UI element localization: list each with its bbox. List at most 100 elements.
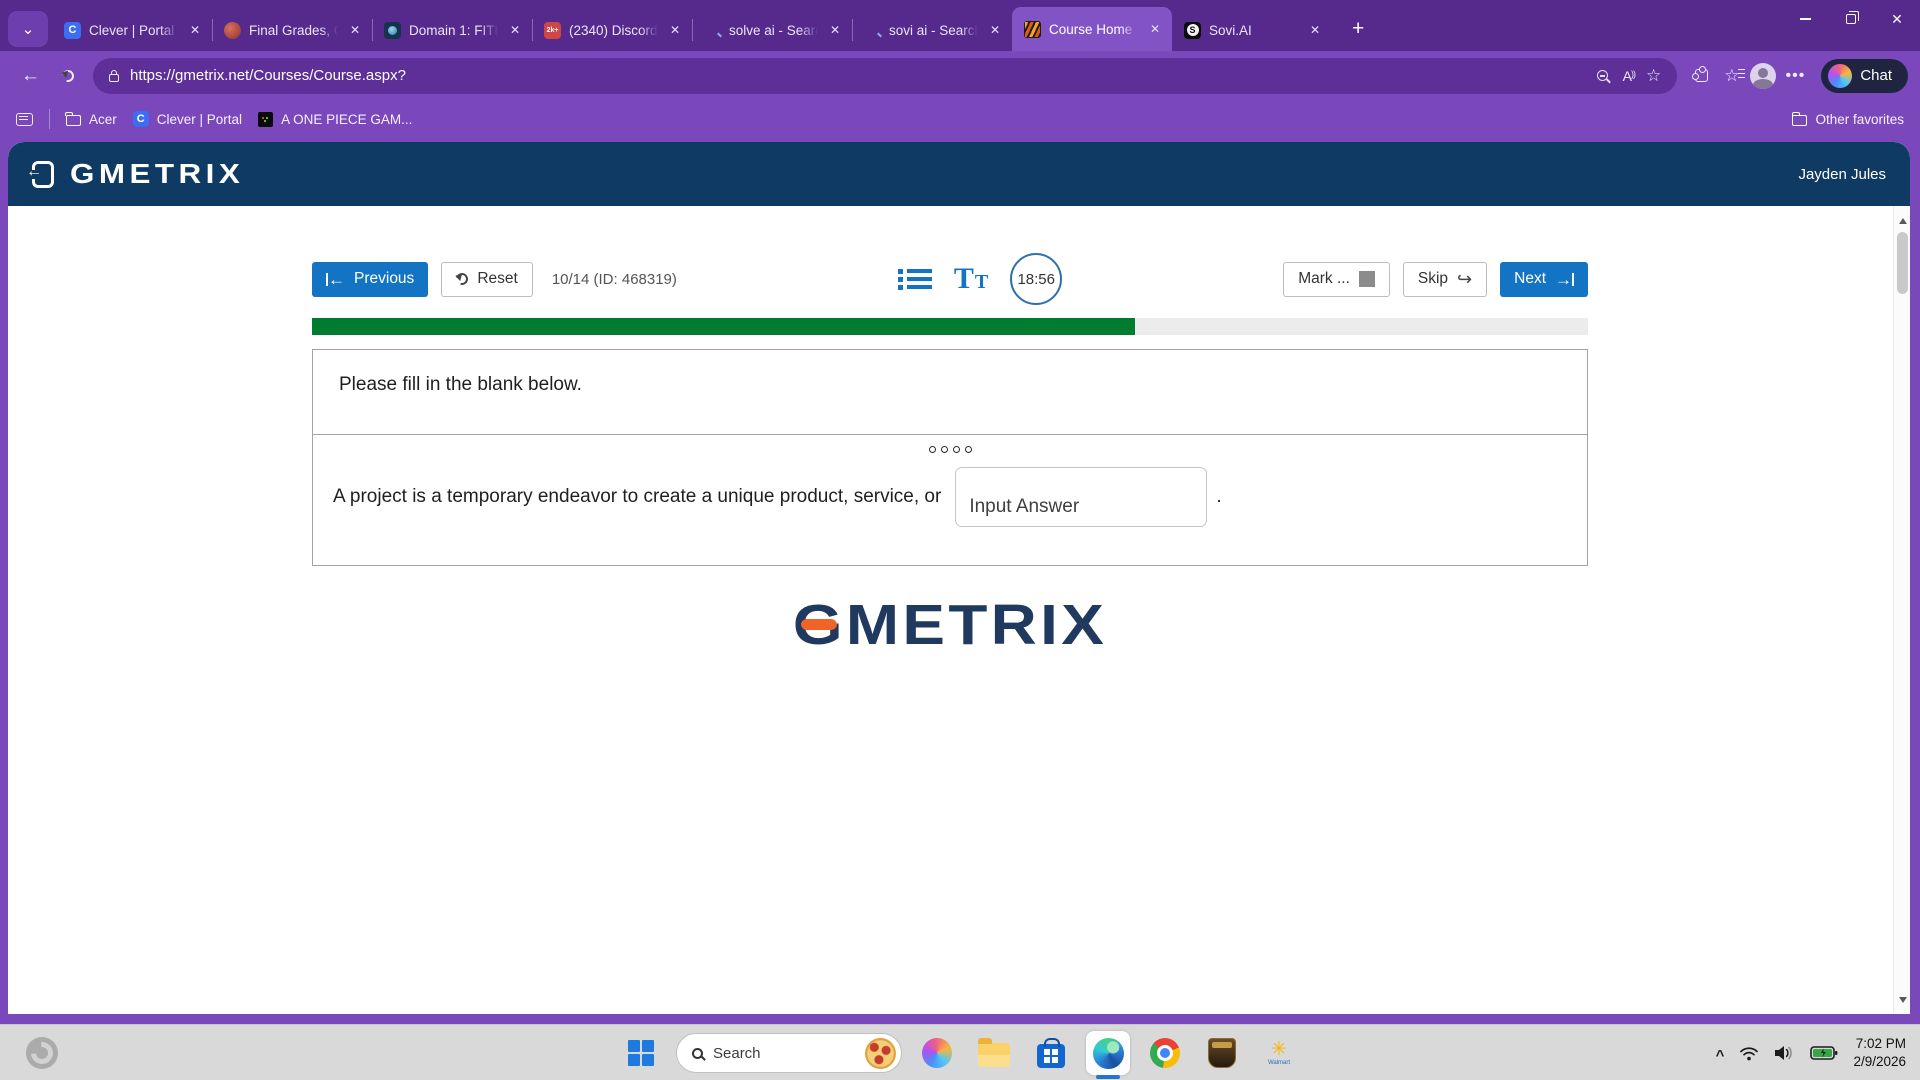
volume-icon[interactable]: [1774, 1045, 1795, 1061]
lock-icon: [109, 74, 119, 82]
mark-button[interactable]: Mark ...: [1283, 262, 1390, 297]
scrollbar-thumb[interactable]: [1897, 232, 1908, 294]
scroll-up-icon[interactable]: [1894, 212, 1910, 229]
read-aloud-icon[interactable]: A)): [1623, 68, 1635, 84]
previous-label: Previous: [354, 270, 414, 288]
tray-clock[interactable]: 7:02 PM 2/9/2026: [1853, 1035, 1906, 1071]
sovi-favicon-icon: [1184, 22, 1201, 39]
bookmark-label: A ONE PIECE GAM...: [281, 112, 412, 127]
refresh-icon[interactable]: [53, 70, 83, 82]
copilot-icon: [922, 1038, 952, 1068]
question-list-icon[interactable]: [898, 269, 932, 289]
skip-button[interactable]: Skip ↪: [1403, 262, 1487, 297]
drag-handle-dots-icon[interactable]: [313, 443, 1587, 453]
extensions-icon[interactable]: [1695, 69, 1708, 82]
forge-of-empires-button[interactable]: [1200, 1031, 1244, 1075]
mark-label: Mark ...: [1298, 270, 1350, 288]
exit-course-icon[interactable]: [32, 161, 54, 188]
minimize-button[interactable]: [1782, 0, 1828, 38]
collections-panel-icon[interactable]: [16, 113, 33, 126]
microsoft-store-button[interactable]: [1029, 1031, 1073, 1075]
start-button[interactable]: [619, 1031, 663, 1075]
close-tab-icon[interactable]: ✕: [346, 21, 364, 39]
folder-icon: [1792, 115, 1807, 126]
new-tab-button[interactable]: +: [1340, 17, 1376, 41]
restore-button[interactable]: [1828, 0, 1874, 38]
close-tab-icon[interactable]: ✕: [666, 21, 684, 39]
folder-icon: [66, 115, 81, 126]
clever-favicon-icon: C: [133, 111, 149, 127]
question-instruction: Please fill in the blank below.: [313, 350, 1587, 434]
close-tab-icon[interactable]: ✕: [1146, 20, 1164, 38]
bookmark-clever-portal[interactable]: C Clever | Portal: [133, 111, 242, 127]
mark-square-icon: [1359, 271, 1375, 287]
reset-button[interactable]: Reset: [441, 262, 533, 297]
favorites-bar-icon[interactable]: ☆: [1724, 66, 1739, 86]
tab-sovi-ai[interactable]: Sovi.AI ✕: [1172, 9, 1332, 51]
tab-title: (2340) Discord | Me: [569, 23, 658, 38]
tray-chevron-icon[interactable]: ^: [1716, 1047, 1725, 1064]
next-button[interactable]: Next →: [1500, 262, 1588, 297]
question-body: A project is a temporary endeavor to cre…: [313, 434, 1587, 565]
edge-browser-button[interactable]: [1086, 1031, 1130, 1075]
url-text[interactable]: https://gmetrix.net/Courses/Course.aspx?: [130, 67, 1586, 84]
file-explorer-button[interactable]: [972, 1031, 1016, 1075]
tab-domain1-fitbs[interactable]: Domain 1: FITBS ✕: [372, 9, 532, 51]
other-favorites-button[interactable]: Other favorites: [1792, 112, 1904, 127]
previous-button[interactable]: ← Previous: [312, 262, 428, 297]
question-sentence: A project is a temporary endeavor to cre…: [313, 467, 1587, 527]
url-field[interactable]: https://gmetrix.net/Courses/Course.aspx?…: [93, 58, 1677, 94]
tab-title: solve ai - Search: [729, 23, 818, 38]
back-icon[interactable]: ←: [12, 65, 49, 87]
close-window-button[interactable]: ✕: [1874, 0, 1920, 38]
taskbar-icons: Search ✳Walmart: [619, 1025, 1301, 1080]
walmart-app-button[interactable]: ✳Walmart: [1257, 1031, 1301, 1075]
window-controls: ✕: [1782, 0, 1920, 51]
tab-solve-ai-search[interactable]: solve ai - Search ✕: [692, 9, 852, 51]
tab-course-home-active[interactable]: Course Home ✕: [1012, 7, 1172, 51]
search-highlight-pizza-icon[interactable]: [865, 1038, 896, 1069]
bookmark-label: Clever | Portal: [157, 112, 242, 127]
profile-avatar[interactable]: [1750, 63, 1776, 89]
close-tab-icon[interactable]: ✕: [186, 21, 204, 39]
tab-final-grades[interactable]: Final Grades, GPA, & ✕: [212, 9, 372, 51]
settings-more-icon[interactable]: •••: [1786, 67, 1806, 85]
reset-icon: [454, 271, 470, 287]
copilot-app-button[interactable]: [915, 1031, 959, 1075]
bookmark-acer[interactable]: Acer: [66, 112, 117, 127]
gmetrix-favicon-icon: [1024, 21, 1041, 38]
user-name[interactable]: Jayden Jules: [1798, 166, 1886, 183]
tab-title: Final Grades, GPA, &: [249, 23, 338, 38]
tab-clever-portal[interactable]: C Clever | Portal ✕: [52, 9, 212, 51]
previous-icon: ←: [326, 271, 345, 288]
bookmark-one-piece[interactable]: A ONE PIECE GAM...: [258, 112, 412, 127]
text-size-icon[interactable]: TT: [954, 262, 988, 296]
tab-search-button[interactable]: ⌄: [8, 11, 48, 47]
close-tab-icon[interactable]: ✕: [506, 21, 524, 39]
wifi-icon[interactable]: [1739, 1046, 1759, 1061]
skip-label: Skip: [1418, 270, 1448, 288]
discord-favicon-icon: 2k+: [544, 22, 561, 39]
page-scrollbar[interactable]: [1893, 206, 1910, 1014]
battery-charging-icon[interactable]: [1810, 1045, 1838, 1061]
chrome-browser-button[interactable]: [1143, 1031, 1187, 1075]
search-favicon-icon: [704, 22, 721, 39]
address-bar: ← https://gmetrix.net/Courses/Course.asp…: [0, 51, 1920, 100]
zoom-out-icon[interactable]: [1597, 70, 1608, 81]
tab-discord[interactable]: 2k+ (2340) Discord | Me ✕: [532, 9, 692, 51]
answer-input[interactable]: [955, 467, 1207, 527]
taskbar-search[interactable]: Search: [676, 1033, 902, 1073]
game-favicon-icon: [258, 112, 273, 127]
scroll-down-icon[interactable]: [1894, 991, 1910, 1008]
windows-taskbar: Search ✳Walmart ^ 7:02 PM 2/9/2026: [0, 1024, 1920, 1080]
close-tab-icon[interactable]: ✕: [1306, 21, 1324, 39]
close-tab-icon[interactable]: ✕: [986, 21, 1004, 39]
tab-sovi-ai-search[interactable]: sovi ai - Search ✕: [852, 9, 1012, 51]
copilot-chat-button[interactable]: Chat: [1821, 59, 1908, 93]
walmart-spark-icon: ✳Walmart: [1264, 1036, 1294, 1070]
favorite-star-icon[interactable]: ☆: [1646, 66, 1661, 86]
progress-fill: [312, 318, 1135, 335]
close-tab-icon[interactable]: ✕: [826, 21, 844, 39]
question-card: Please fill in the blank below. A projec…: [312, 349, 1588, 566]
edge-icon: [1093, 1038, 1124, 1069]
